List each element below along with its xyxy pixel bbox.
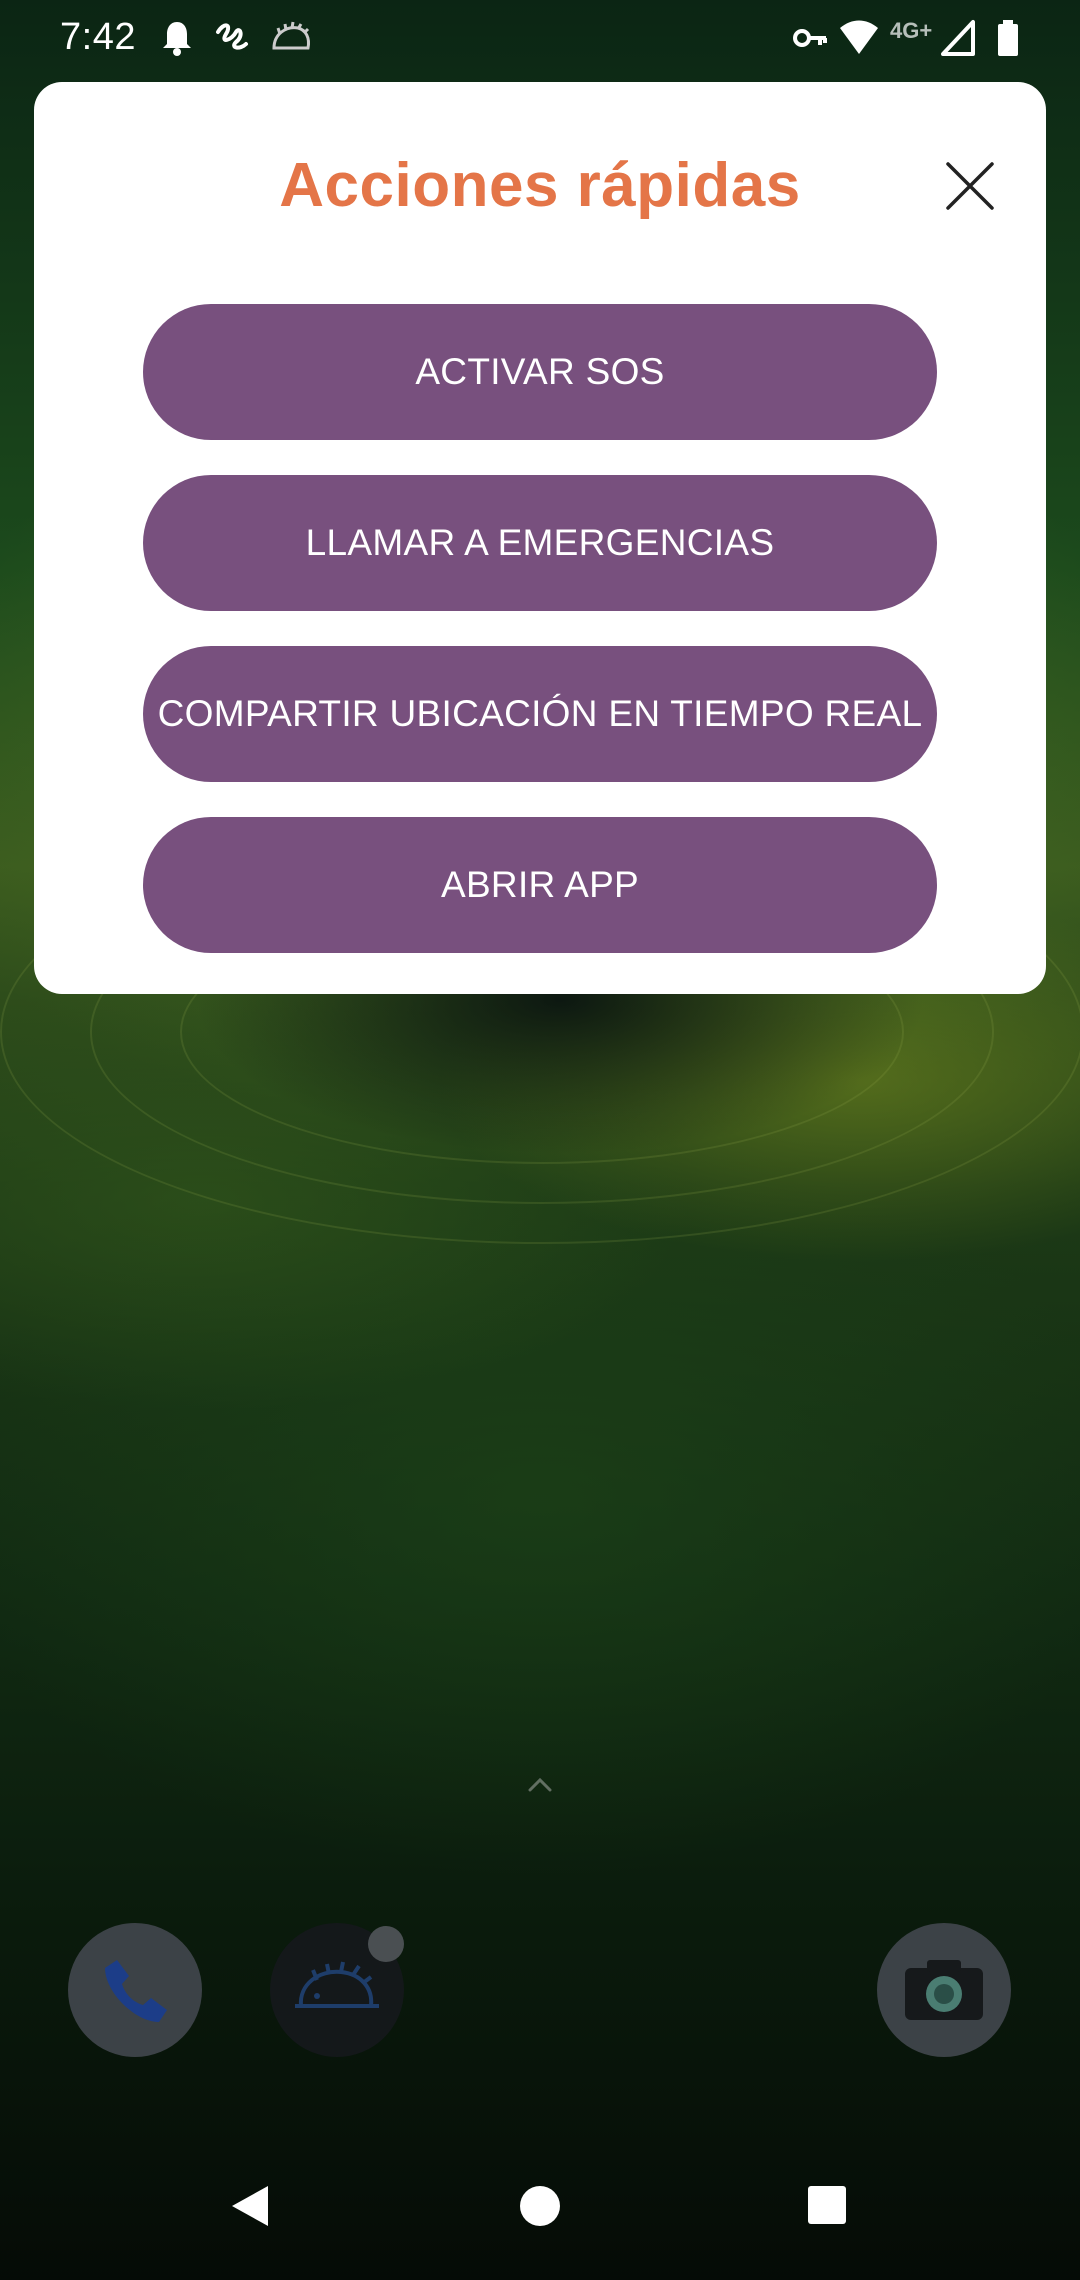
status-bar: 7:42 4G+: [0, 0, 1080, 80]
camera-icon-glyph: [905, 1960, 983, 2020]
dialog-title: Acciones rápidas: [279, 151, 801, 220]
status-time: 7:42: [60, 16, 136, 58]
navigation-bar: [0, 2140, 1080, 2280]
network-type-label: 4G+: [890, 18, 933, 43]
phone-icon[interactable]: [68, 1923, 202, 2057]
battery-icon: [998, 20, 1018, 56]
scribble-app-icon: [216, 23, 248, 50]
chevron-up-icon[interactable]: [527, 1775, 553, 1795]
notification-bell-icon: [163, 22, 191, 56]
share-location-button[interactable]: COMPARTIR UBICACIÓN EN TIEMPO REAL: [143, 646, 937, 782]
home-icon[interactable]: [518, 2184, 562, 2228]
close-icon[interactable]: [940, 156, 1000, 216]
open-app-button[interactable]: ABRIR APP: [143, 817, 937, 953]
phone-icon-glyph: [105, 1960, 167, 2022]
camera-icon[interactable]: [877, 1923, 1011, 2057]
recents-icon[interactable]: [806, 2184, 848, 2226]
back-icon[interactable]: [228, 2182, 272, 2230]
wifi-icon: [840, 20, 878, 54]
call-emergency-button[interactable]: LLAMAR A EMERGENCIAS: [143, 475, 937, 611]
hedgehog-app-icon: [295, 1961, 379, 2008]
cell-signal-icon: [941, 20, 975, 56]
hedgehog-app-icon: [272, 21, 310, 50]
notification-badge: [368, 1926, 404, 1962]
activate-sos-button[interactable]: ACTIVAR SOS: [143, 304, 937, 440]
vpn-key-icon: [793, 29, 827, 47]
